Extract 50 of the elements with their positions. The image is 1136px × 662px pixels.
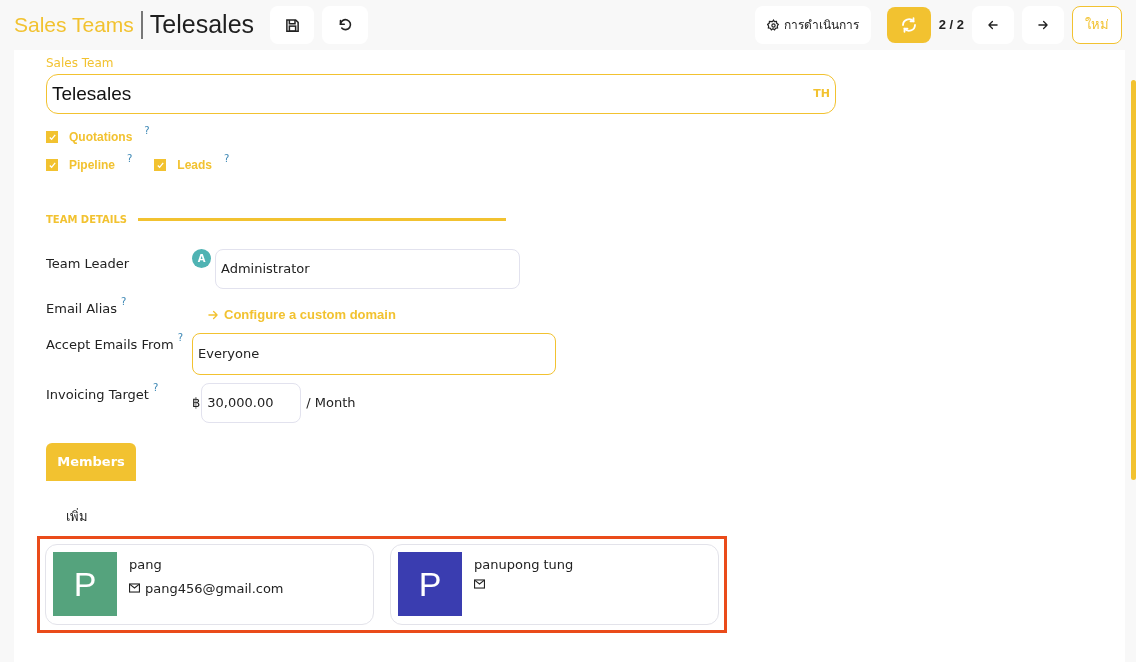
envelope-icon [129,583,140,594]
checkbox[interactable] [46,159,58,171]
settings-icon [766,18,780,32]
checkbox-label: Quotations [69,129,133,146]
section-heading: TEAM DETAILS [46,213,129,227]
team-leader-field[interactable]: Administrator [215,249,520,289]
refresh-button[interactable] [886,7,931,43]
checkbox-label: Pipeline [69,157,115,174]
help-mark[interactable]: ? [224,154,230,164]
member-email: pang456@gmail.com [145,579,284,598]
checkbox[interactable] [46,131,58,143]
previous-button[interactable] [972,6,1014,44]
member-card[interactable]: P panupong tung [390,544,719,625]
user-avatar: A [192,249,211,268]
member-name: pang [129,556,163,574]
refresh-icon [899,16,918,34]
checkbox-label: Leads [177,157,212,174]
arrow-right-icon [1036,18,1050,32]
member-name: panupong tung [474,556,574,574]
member-avatar: P [53,552,117,616]
save-icon [284,17,300,33]
field-label: Invoicing Target ? [46,382,160,404]
checkbox[interactable] [154,159,167,171]
actions-button[interactable]: การดำเนินการ [754,6,871,44]
record-title: Telesales [149,9,255,41]
help-mark[interactable]: ? [121,297,127,307]
arrow-left-icon [986,18,1000,32]
invoicing-target-field[interactable]: 30,000.00 [201,382,302,423]
field-label: Team Leader [46,255,131,273]
help-mark[interactable]: ? [144,126,150,136]
scrollbar[interactable] [1131,80,1136,480]
next-button[interactable] [1022,6,1064,44]
save-button[interactable] [270,6,315,44]
unit-label: / Month [306,393,356,412]
discard-button[interactable] [322,6,369,44]
name-field[interactable]: Telesales TH [46,74,836,114]
field-label: Accept Emails From ? [46,332,184,354]
add-link[interactable]: เพิ่ม [66,506,88,526]
field-label: Sales Team [46,55,115,72]
field-label: Email Alias ? [46,297,128,318]
accept-emails-field[interactable]: Everyone [192,332,556,375]
help-mark[interactable]: ? [177,332,183,343]
currency-symbol: ฿ [192,393,201,412]
help-mark[interactable]: ? [152,382,159,393]
undo-icon [337,17,353,33]
help-mark[interactable]: ? [127,154,133,164]
envelope-icon [474,578,485,589]
pager-counter: 2 / 2 [938,16,964,35]
member-avatar: P [398,552,462,616]
member-card[interactable]: P pang pang456@gmail.com [45,544,374,625]
